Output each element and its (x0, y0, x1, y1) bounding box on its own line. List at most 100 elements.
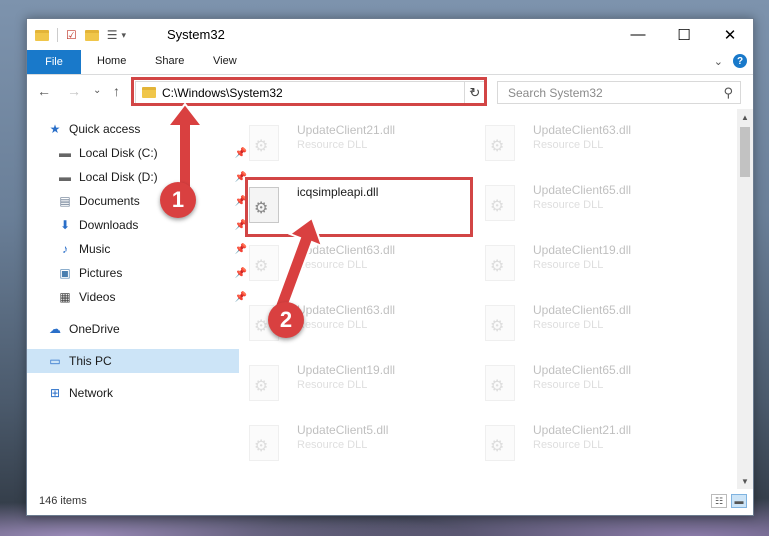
sidebar-item-label: Videos (79, 290, 116, 304)
gear-icon: ⚙ (490, 138, 505, 155)
view-options-icon[interactable]: ☰ (107, 28, 118, 42)
ribbon-controls: ⌄ ? (714, 54, 747, 68)
gear-icon: ⚙ (254, 438, 269, 455)
tab-home[interactable]: Home (97, 55, 126, 67)
tab-view[interactable]: View (213, 55, 237, 67)
file-item[interactable]: ⚙ UpdateClient19.dll Resource DLL (249, 359, 469, 409)
search-placeholder: Search System32 (508, 86, 603, 100)
file-item[interactable]: ⚙ UpdateClient21.dll Resource DLL (485, 419, 705, 469)
star-icon: ★ (49, 122, 61, 136)
maximize-button[interactable]: ☐ (661, 19, 707, 50)
file-type: Resource DLL (297, 439, 368, 451)
new-folder-icon[interactable] (84, 29, 99, 41)
back-button[interactable]: ← (37, 83, 51, 99)
file-type: Resource DLL (533, 379, 604, 391)
dll-file-icon: ⚙ (485, 125, 515, 161)
file-type: Resource DLL (533, 439, 604, 451)
sidebar-item-downloads[interactable]: ⬇ Downloads 📌 (27, 213, 249, 237)
file-type: Resource DLL (297, 139, 368, 151)
close-button[interactable]: ✕ (707, 19, 753, 50)
title-bar: ☑ ☰ ▾ System32 — ☐ ✕ (27, 19, 753, 50)
sidebar-item-onedrive[interactable]: ☁ OneDrive (27, 317, 239, 341)
scroll-thumb[interactable] (740, 127, 750, 177)
music-icon: ♪ (62, 242, 68, 256)
file-type: Resource DLL (533, 199, 604, 211)
cloud-icon: ☁ (49, 322, 61, 336)
tiles-view-icon[interactable]: ▬ (731, 494, 747, 508)
dll-file-icon: ⚙ (249, 425, 279, 461)
file-type: Resource DLL (297, 379, 368, 391)
sidebar-item-local-disk-c[interactable]: ▬ Local Disk (C:) 📌 (27, 141, 249, 165)
dll-file-icon: ⚙ (249, 365, 279, 401)
ribbon: File Home Share View ⌄ ? (27, 50, 753, 75)
file-item[interactable]: ⚙ UpdateClient19.dll Resource DLL (485, 239, 705, 289)
search-icon[interactable]: ⚲ (723, 85, 733, 101)
status-bar: 146 items ☷ ▬ (27, 489, 753, 515)
file-item[interactable]: ⚙ UpdateClient21.dll Resource DLL (249, 119, 469, 169)
sidebar-item-pictures[interactable]: ▣ Pictures 📌 (27, 261, 249, 285)
file-name: UpdateClient5.dll (297, 423, 389, 437)
window-title: System32 (167, 27, 225, 42)
sidebar-item-label: Local Disk (D:) (79, 170, 158, 184)
downloads-icon: ⬇ (59, 218, 71, 232)
quick-access-toolbar: ☑ ☰ ▾ (35, 26, 126, 44)
properties-icon[interactable]: ☑ (66, 28, 77, 42)
file-name: UpdateClient19.dll (533, 243, 632, 257)
file-item[interactable]: ⚙ UpdateClient65.dll Resource DLL (485, 179, 705, 229)
drive-icon: ▬ (59, 170, 71, 184)
search-input[interactable]: Search System32 ⚲ (497, 81, 741, 104)
vertical-scrollbar[interactable]: ▲ ▼ (737, 109, 753, 489)
tab-share[interactable]: Share (155, 55, 184, 67)
pictures-icon: ▣ (59, 266, 71, 280)
scroll-down-icon[interactable]: ▼ (737, 473, 753, 489)
file-name: UpdateClient65.dll (533, 183, 632, 197)
sidebar-item-music[interactable]: ♪ Music 📌 (27, 237, 249, 261)
network-icon: ⊞ (49, 386, 61, 400)
divider (57, 28, 58, 42)
gear-icon: ⚙ (254, 138, 269, 155)
scroll-up-icon[interactable]: ▲ (737, 109, 753, 125)
recent-locations-button[interactable]: ⌄ (93, 85, 101, 96)
documents-icon: ▤ (59, 194, 71, 208)
file-name: UpdateClient19.dll (297, 363, 396, 377)
file-name: UpdateClient65.dll (533, 363, 632, 377)
videos-icon: ▦ (59, 290, 71, 304)
gear-icon: ⚙ (490, 198, 505, 215)
file-item[interactable]: ⚙ UpdateClient65.dll Resource DLL (485, 359, 705, 409)
chevron-down-icon[interactable]: ⌄ (714, 55, 723, 68)
help-icon[interactable]: ? (733, 54, 747, 68)
gear-icon: ⚙ (490, 378, 505, 395)
gear-icon: ⚙ (254, 258, 269, 275)
gear-icon: ⚙ (254, 318, 269, 335)
minimize-button[interactable]: — (615, 19, 661, 50)
gear-icon: ⚙ (490, 318, 505, 335)
file-item[interactable]: ⚙ UpdateClient63.dll Resource DLL (485, 119, 705, 169)
sidebar-item-documents[interactable]: ▤ Documents 📌 (27, 189, 249, 213)
sidebar-item-network[interactable]: ⊞ Network (27, 381, 239, 405)
up-button[interactable]: ↑ (113, 83, 120, 99)
details-view-icon[interactable]: ☷ (711, 494, 727, 508)
dll-file-icon: ⚙ (485, 245, 515, 281)
view-toggle: ☷ ▬ (711, 494, 747, 508)
sidebar-item-label: Downloads (79, 218, 139, 232)
file-type: Resource DLL (533, 139, 604, 151)
gear-icon: ⚙ (490, 258, 505, 275)
gear-icon: ⚙ (254, 378, 269, 395)
file-name: UpdateClient63.dll (533, 123, 632, 137)
forward-button[interactable]: → (67, 83, 81, 99)
dll-file-icon: ⚙ (249, 125, 279, 161)
sidebar-item-local-disk-d[interactable]: ▬ Local Disk (D:) 📌 (27, 165, 249, 189)
customize-toolbar-icon[interactable]: ▾ (122, 30, 127, 41)
item-count: 146 items (39, 495, 87, 507)
step-badge-2: 2 (268, 302, 304, 338)
tab-file[interactable]: File (27, 50, 81, 74)
sidebar-item-label: Pictures (79, 266, 123, 280)
folder-icon (35, 29, 49, 41)
file-item[interactable]: ⚙ UpdateClient65.dll Resource DLL (485, 299, 705, 349)
file-item[interactable]: ⚙ UpdateClient5.dll Resource DLL (249, 419, 469, 469)
sidebar-item-videos[interactable]: ▦ Videos 📌 (27, 285, 249, 309)
sidebar-item-this-pc[interactable]: ▭ This PC (27, 349, 239, 373)
sidebar-item-label: Quick access (69, 122, 141, 136)
navigation-bar: ← → ⌄ ↑ C:\Windows\System32 ⌄ ↻ Search S… (27, 75, 753, 109)
step-badge-1: 1 (160, 182, 196, 218)
